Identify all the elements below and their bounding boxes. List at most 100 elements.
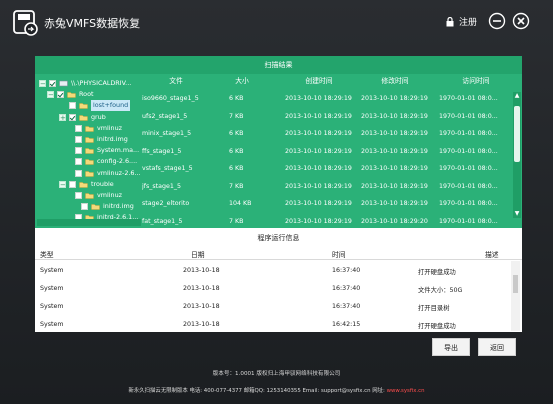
file-row[interactable]: ffs_stage1_5 6 KB 2013-10-10 18:29:19 2013-…	[141, 143, 515, 160]
tree-checkbox[interactable]	[75, 169, 82, 177]
tree-item-label: System.ma...	[97, 146, 140, 155]
tree-checkbox[interactable]	[69, 180, 76, 188]
file-size-cell: 104 KB	[229, 200, 252, 207]
log-date-cell: 2013-10-18	[183, 285, 220, 292]
tree-horizontal-scrollbar[interactable]	[37, 219, 141, 226]
directory-tree[interactable]: − \\.\PHYSICALDRIV... − Root lost+found + grub…	[37, 74, 141, 226]
tree-item-label: Root	[79, 90, 94, 99]
file-table: iso9660_stage1_5 6 KB 2013-10-10 18:29:19 2…	[141, 90, 515, 228]
tree-item[interactable]: vmlinuz	[65, 123, 122, 134]
export-button[interactable]: 导出	[432, 338, 470, 356]
file-row[interactable]: fat_stage1_5 7 KB 2013-10-10 18:29:19 2013-…	[141, 213, 515, 229]
folder-icon	[85, 170, 94, 177]
tree-checkbox[interactable]	[75, 136, 82, 143]
collapse-icon[interactable]: −	[59, 180, 66, 188]
file-accessed-cell: 1970-01-01 08:0...	[439, 95, 498, 102]
column-header-created[interactable]: 创建时间	[281, 74, 357, 88]
tree-item-label: vmlinuz	[97, 191, 123, 199]
close-button[interactable]	[512, 12, 530, 30]
tree-checkbox[interactable]	[57, 91, 64, 99]
log-row[interactable]: System 2013-10-18 16:37:40 打开目录树	[35, 298, 510, 316]
file-size-cell: 6 KB	[229, 95, 244, 102]
tree-checkbox[interactable]	[75, 192, 82, 199]
folder-icon	[85, 159, 94, 166]
file-name-cell: fat_stage1_5	[142, 217, 183, 225]
tree-checkbox[interactable]	[75, 158, 82, 166]
tree-item-label: lost+found	[91, 100, 131, 112]
tree-item-label: config-2.6....	[97, 157, 138, 166]
tree-item[interactable]: initrd.img	[71, 201, 134, 212]
file-row[interactable]: stage2_eltorito 104 KB 2013-10-10 18:29:19…	[141, 195, 515, 212]
file-row[interactable]: jfs_stage1_5 7 KB 2013-10-10 18:29:19 2013-…	[141, 178, 515, 195]
tree-item[interactable]: − trouble	[59, 179, 114, 190]
log-column-description[interactable]: 描述	[485, 249, 499, 259]
collapse-icon[interactable]: −	[47, 91, 54, 99]
tree-checkbox[interactable]	[69, 113, 76, 121]
folder-icon	[79, 103, 88, 110]
website-link[interactable]: www.sysfix.cn	[387, 388, 425, 394]
tree-item[interactable]: + grub	[59, 112, 106, 123]
app-title: 赤兔VMFS数据恢复	[44, 17, 141, 30]
tree-item-label: \\.\PHYSICALDRIV...	[71, 79, 132, 87]
log-row[interactable]: System 2013-10-18 16:37:40 打开硬盘成功	[35, 262, 510, 280]
file-name-cell: stage2_eltorito	[142, 200, 190, 207]
scroll-down-arrow-icon[interactable]: ▼	[513, 210, 521, 218]
tree-checkbox[interactable]	[75, 124, 82, 132]
file-row[interactable]: ufs2_stage1_5 7 KB 2013-10-10 18:29:19 2013…	[141, 108, 515, 125]
log-row[interactable]: System 2013-10-18 16:37:40 文件大小：50G	[35, 280, 510, 298]
column-header-file[interactable]: 文件	[141, 74, 211, 88]
column-header-modified[interactable]: 修改时间	[357, 74, 433, 88]
app-logo-icon	[13, 10, 38, 36]
file-created-cell: 2013-10-10 18:29:19	[285, 95, 352, 102]
scrollbar-thumb[interactable]	[514, 106, 520, 162]
log-column-date[interactable]: 日期	[191, 249, 205, 259]
folder-icon	[85, 193, 94, 199]
file-modified-cell: 2013-10-10 18:29:19	[361, 130, 428, 137]
file-size-cell: 7 KB	[229, 217, 244, 225]
tree-item-label: initrd.img	[97, 135, 128, 143]
file-name-cell: ufs2_stage1_5	[142, 112, 188, 120]
file-modified-cell: 2013-10-10 18:29:19	[361, 200, 428, 207]
scroll-up-arrow-icon[interactable]: ▲	[513, 92, 521, 100]
log-row[interactable]: System 2013-10-18 16:42:15 打开硬盘成功	[35, 316, 510, 332]
tree-item[interactable]: vmlinuz	[65, 190, 122, 201]
log-column-time[interactable]: 时间	[332, 249, 346, 259]
log-vertical-scrollbar[interactable]	[511, 261, 520, 331]
tree-checkbox[interactable]	[49, 80, 56, 87]
column-header-accessed[interactable]: 访问时间	[437, 74, 515, 88]
log-time-cell: 16:42:15	[332, 321, 361, 328]
log-scrollbar-thumb[interactable]	[513, 275, 518, 293]
log-type-cell: System	[40, 285, 64, 292]
file-modified-cell: 2013-10-10 18:29:19	[361, 147, 428, 155]
column-header-size[interactable]: 大小	[211, 74, 273, 88]
tree-checkbox[interactable]	[75, 147, 82, 155]
tree-item[interactable]: initrd.img	[65, 134, 128, 145]
register-button[interactable]: 注册	[446, 15, 477, 28]
tree-item[interactable]: − Root	[47, 89, 93, 100]
tree-item[interactable]: − \\.\PHYSICALDRIV...	[39, 78, 131, 89]
file-row[interactable]: vstafs_stage1_5 6 KB 2013-10-10 18:29:19 20…	[141, 160, 515, 177]
tree-item[interactable]: config-2.6....	[65, 156, 137, 167]
file-size-cell: 7 KB	[229, 112, 244, 120]
file-row[interactable]: minix_stage1_5 6 KB 2013-10-10 18:29:19 201…	[141, 125, 515, 142]
log-time-cell: 16:37:40	[332, 267, 361, 274]
file-name-cell: minix_stage1_5	[142, 130, 192, 137]
file-table-vertical-scrollbar[interactable]: ▲ ▼	[513, 92, 521, 218]
tree-checkbox[interactable]	[69, 102, 76, 110]
tree-item[interactable]: lost+found	[59, 100, 131, 112]
file-modified-cell: 2013-10-10 18:29:20	[361, 217, 428, 225]
log-type-cell: System	[40, 303, 64, 310]
minimize-button[interactable]	[488, 12, 506, 30]
tree-checkbox[interactable]	[81, 203, 88, 211]
scan-results-panel: 扫描结果 − \\.\PHYSICALDRIV... − Root lost+found…	[35, 56, 522, 228]
log-time-cell: 16:37:40	[332, 285, 361, 292]
collapse-icon[interactable]: −	[39, 80, 46, 88]
expand-icon[interactable]: +	[59, 113, 66, 121]
tree-item[interactable]: System.ma...	[65, 145, 139, 156]
log-column-type[interactable]: 类型	[40, 249, 54, 259]
tree-item[interactable]: vmlinuz-2.6....	[65, 168, 141, 179]
back-button[interactable]: 返回	[478, 338, 516, 356]
file-row[interactable]: iso9660_stage1_5 6 KB 2013-10-10 18:29:19 2…	[141, 90, 515, 107]
file-accessed-cell: 1970-01-01 08:0...	[439, 200, 498, 207]
log-type-cell: System	[40, 267, 64, 274]
